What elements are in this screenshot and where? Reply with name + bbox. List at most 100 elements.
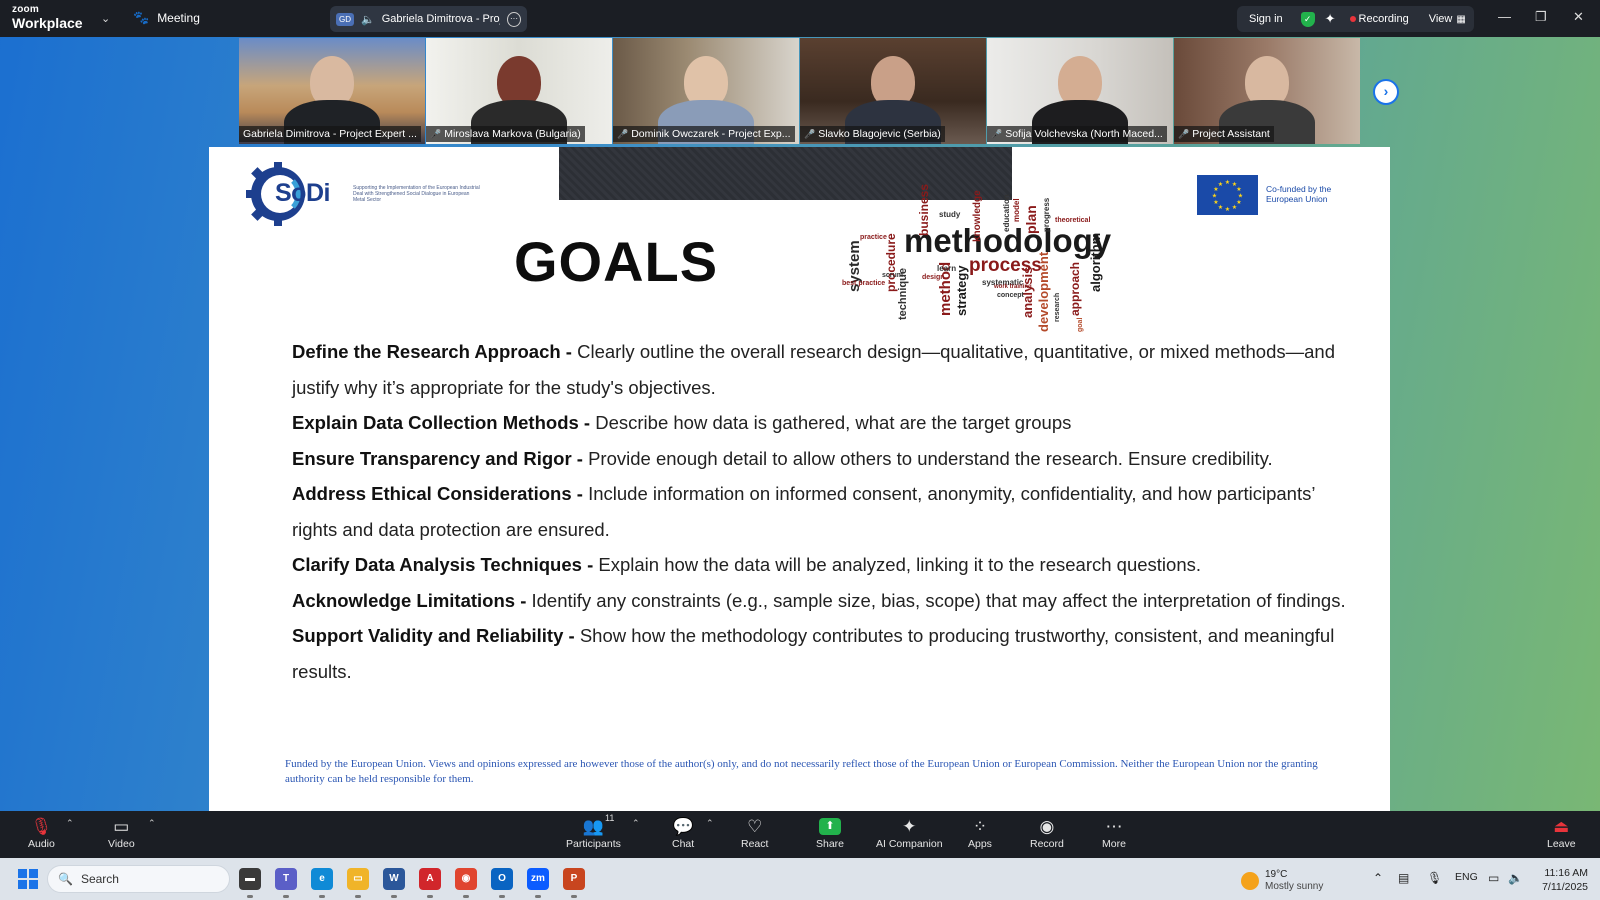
video-button[interactable]: ▭ Video — [108, 815, 135, 850]
view-button[interactable]: View — [1429, 13, 1453, 25]
video-tile[interactable]: 🎤 Dominik Owczarek - Project Exp... — [613, 38, 799, 144]
goal-title: Acknowledge Limitations - — [292, 589, 532, 611]
audio-button[interactable]: 🎙 Audio — [28, 815, 55, 850]
sodi-tagline: Supporting the Implementation of the Eur… — [353, 185, 480, 203]
video-tile[interactable]: 🎤 Miroslava Markova (Bulgaria) — [426, 38, 612, 144]
goal-item: Clarify Data Analysis Techniques - Expla… — [292, 547, 1352, 583]
wordcloud-word: progress — [1042, 197, 1051, 232]
app-running-indicator — [355, 895, 361, 898]
microphone-icon[interactable]: 🎙 — [1427, 871, 1442, 885]
speaker-avatar-badge: GD — [336, 12, 354, 26]
powerpoint-icon[interactable]: P — [563, 868, 585, 890]
folder-icon[interactable]: ▭ — [347, 868, 369, 890]
active-speaker-indicator[interactable]: GD 🔈 Gabriela Dimitrova - Project E ··· — [330, 6, 527, 32]
apps-button[interactable]: ⁘ Apps — [968, 815, 992, 850]
leave-button[interactable]: ⏏ Leave — [1547, 815, 1576, 850]
leave-label: Leave — [1547, 838, 1576, 850]
weather-condition: Mostly sunny — [1265, 881, 1324, 892]
wordcloud-word: knowledge — [972, 190, 983, 242]
participant-name: Sofija Volchevska (North Maced... — [1005, 128, 1163, 140]
app-running-indicator — [319, 895, 325, 898]
wordcloud-word: best practice — [842, 280, 886, 287]
more-options-icon[interactable]: ··· — [506, 11, 521, 27]
minimize-icon[interactable]: — — [1498, 9, 1511, 24]
more-button[interactable]: ⋯ More — [1102, 815, 1126, 850]
sign-in-button[interactable]: Sign in — [1249, 13, 1283, 25]
participant-count-badge: 11 — [605, 813, 615, 823]
language-indicator[interactable]: ENG — [1455, 871, 1478, 883]
gallery-next-page-button[interactable]: › — [1373, 79, 1399, 105]
ai-sparkle-icon: ✦ — [902, 817, 917, 836]
sun-icon — [1241, 872, 1259, 890]
logo-zoom-text: zoom — [12, 4, 39, 15]
show-hidden-icons-caret-icon[interactable]: ⌃ — [1373, 871, 1383, 885]
view-grid-icon[interactable]: ▦ — [1456, 14, 1465, 25]
video-tile[interactable]: 🎤 Slavko Blagojevic (Serbia) — [800, 38, 986, 144]
zoom-icon[interactable]: zm — [527, 868, 549, 890]
share-button[interactable]: ⬆ Share — [816, 815, 844, 850]
file-explorer-dark-icon[interactable]: ▬ — [239, 868, 261, 890]
volume-icon[interactable]: 🔈 — [1508, 871, 1523, 885]
wordcloud-word: goal — [1077, 317, 1084, 332]
speaker-audio-icon: 🔈 — [361, 13, 375, 26]
clock-date: 7/11/2025 — [1542, 881, 1588, 893]
video-tile[interactable]: Gabriela Dimitrova - Project Expert ... — [239, 38, 425, 144]
muted-microphone-icon: 🎙 — [30, 817, 53, 836]
tray-app-icon[interactable]: ▤ — [1398, 871, 1409, 885]
ai-companion-button[interactable]: ✦ AI Companion — [876, 815, 943, 850]
zoom-title-bar: zoom Workplace ⌄ 🐾 Meeting GD 🔈 Gabriela… — [0, 0, 1600, 37]
teams-icon[interactable]: T — [275, 868, 297, 890]
eu-cofunded-text: Co-funded by the European Union — [1266, 184, 1331, 204]
video-options-caret-icon[interactable]: ⌃ — [148, 818, 156, 829]
wordcloud-word: work training — [994, 284, 1032, 290]
svg-text:★: ★ — [1225, 179, 1230, 186]
ai-spark-icon[interactable]: ✦ — [1325, 11, 1336, 27]
encryption-shield-icon[interactable]: ✓ — [1300, 11, 1315, 27]
participants-options-caret-icon[interactable]: ⌃ — [632, 818, 640, 829]
app-running-indicator — [427, 895, 433, 898]
restore-icon[interactable]: ❐ — [1535, 9, 1547, 25]
wordcloud-word: education — [1002, 194, 1011, 232]
taskbar-search-input[interactable]: 🔍 Search — [47, 865, 230, 893]
outlook-icon[interactable]: O — [491, 868, 513, 890]
video-tile[interactable]: 🎤 Sofija Volchevska (North Maced... — [987, 38, 1173, 144]
sodi-logo: SoDi Supporting the Implementation of th… — [245, 161, 485, 227]
svg-text:★: ★ — [1212, 193, 1217, 200]
chrome-icon[interactable]: ◉ — [455, 868, 477, 890]
wordcloud-word: model — [1012, 198, 1021, 222]
participant-name: Dominik Owczarek - Project Exp... — [631, 128, 791, 140]
audio-options-caret-icon[interactable]: ⌃ — [66, 818, 74, 829]
muted-mic-icon: 🎤 — [430, 128, 442, 139]
chat-button[interactable]: 💬 Chat — [672, 815, 694, 850]
participants-label: Participants — [566, 838, 621, 850]
close-icon[interactable]: ✕ — [1573, 9, 1584, 25]
audio-label: Audio — [28, 838, 55, 850]
windows-start-icon[interactable] — [18, 869, 38, 889]
participant-name-bar: 🎤 Miroslava Markova (Bulgaria) — [426, 126, 585, 142]
video-tile[interactable]: 🎤 Project Assistant — [1174, 38, 1360, 144]
zoom-workplace-logo[interactable]: zoom Workplace — [12, 4, 83, 31]
word-icon[interactable]: W — [383, 868, 405, 890]
muted-mic-icon: 🎤 — [617, 128, 629, 139]
wordcloud-word: strategy — [954, 265, 969, 316]
react-button[interactable]: ♡ React — [741, 815, 768, 850]
muted-mic-icon: 🎤 — [991, 128, 1003, 139]
network-icon[interactable]: ▭ — [1488, 871, 1499, 885]
meeting-menu[interactable]: 🐾 Meeting — [133, 10, 200, 26]
acrobat-icon[interactable]: A — [419, 868, 441, 890]
record-icon: ◉ — [1039, 817, 1055, 836]
record-button[interactable]: ◉ Record — [1030, 815, 1064, 850]
taskbar-clock[interactable]: 11:16 AM 7/11/2025 — [1530, 866, 1588, 894]
edge-icon[interactable]: e — [311, 868, 333, 890]
recording-indicator[interactable]: Recording — [1359, 13, 1409, 25]
goal-text: Identify any constraints (e.g., sample s… — [531, 589, 1346, 611]
svg-text:★: ★ — [1225, 206, 1230, 213]
chat-options-caret-icon[interactable]: ⌃ — [706, 818, 714, 829]
leave-exit-icon: ⏏ — [1553, 817, 1570, 836]
apps-label: Apps — [968, 838, 992, 850]
muted-mic-icon: 🎤 — [1178, 128, 1190, 139]
chevron-down-icon[interactable]: ⌄ — [101, 12, 110, 25]
search-placeholder: Search — [80, 872, 119, 886]
record-label: Record — [1030, 838, 1064, 850]
weather-widget[interactable]: 19°C Mostly sunny — [1241, 869, 1323, 893]
